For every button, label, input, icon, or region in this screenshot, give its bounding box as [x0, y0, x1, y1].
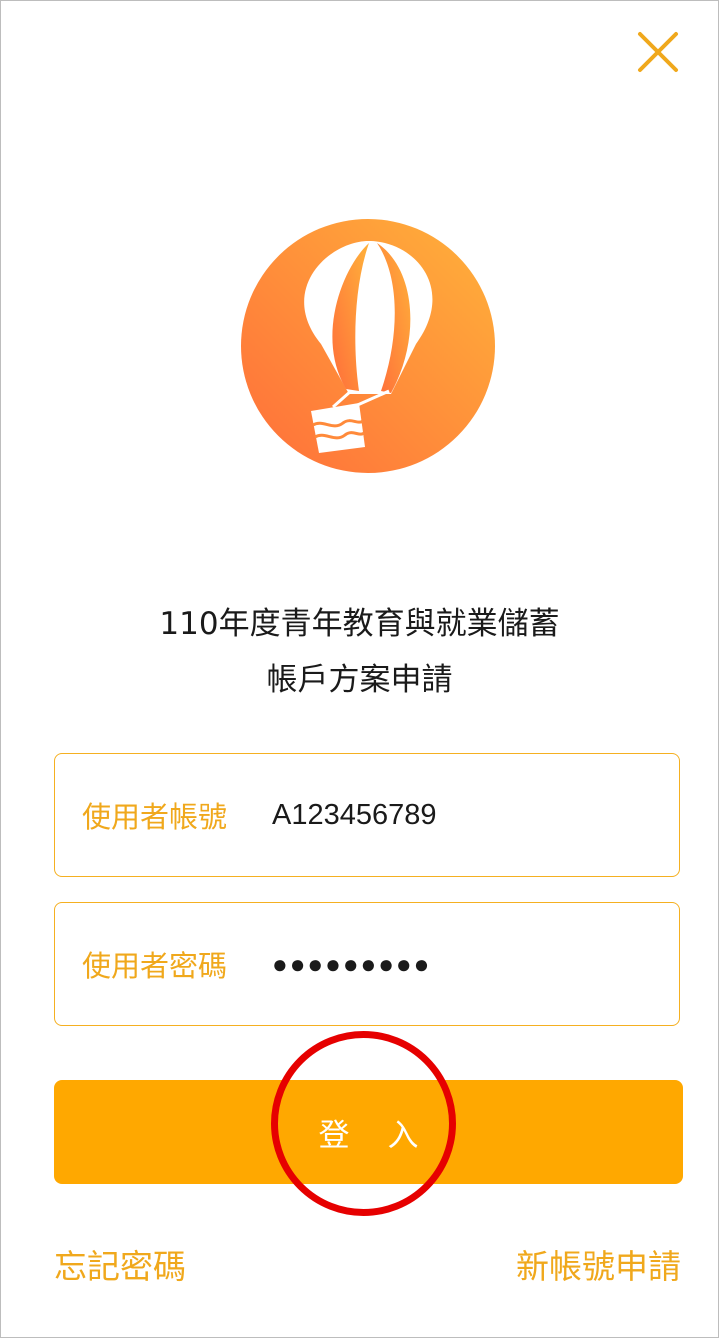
close-icon [638, 32, 678, 72]
new-account-link[interactable]: 新帳號申請 [516, 1240, 681, 1288]
username-label: 使用者帳號 [82, 800, 228, 834]
username-field[interactable]: 使用者帳號 A123456789 [54, 753, 680, 877]
title-line-2: 帳戶方案申請 [266, 662, 453, 698]
hot-air-balloon-logo [241, 219, 495, 473]
password-label: 使用者密碼 [82, 949, 228, 983]
title-line-1: 110年度青年教育與就業儲蓄 [159, 606, 560, 642]
login-button[interactable]: 登入 [54, 1080, 683, 1184]
forgot-password-link[interactable]: 忘記密碼 [54, 1240, 186, 1288]
username-input[interactable]: A123456789 [272, 799, 437, 832]
login-button-label: 登入 [318, 1117, 457, 1154]
password-input[interactable]: ●●●●●●●●● [272, 949, 431, 980]
password-field[interactable]: 使用者密碼 ●●●●●●●●● [54, 902, 680, 1026]
page-title: 110年度青年教育與就業儲蓄 帳戶方案申請 [0, 596, 719, 708]
close-button[interactable] [632, 26, 684, 78]
